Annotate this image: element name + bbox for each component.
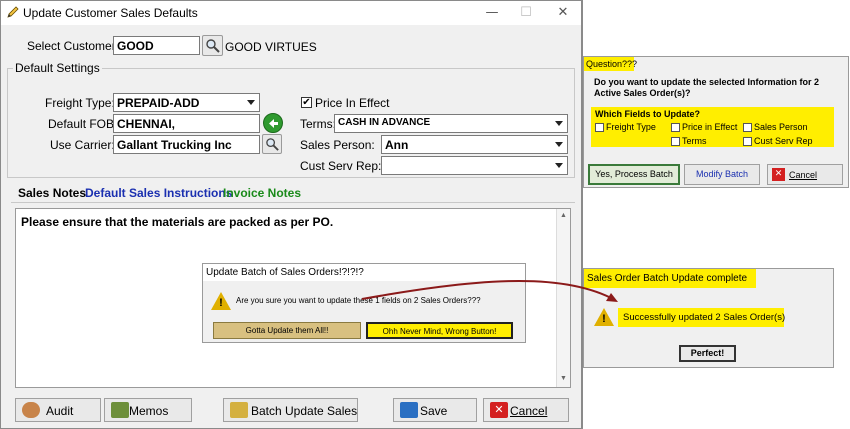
flow-arrow: [361, 279, 618, 302]
